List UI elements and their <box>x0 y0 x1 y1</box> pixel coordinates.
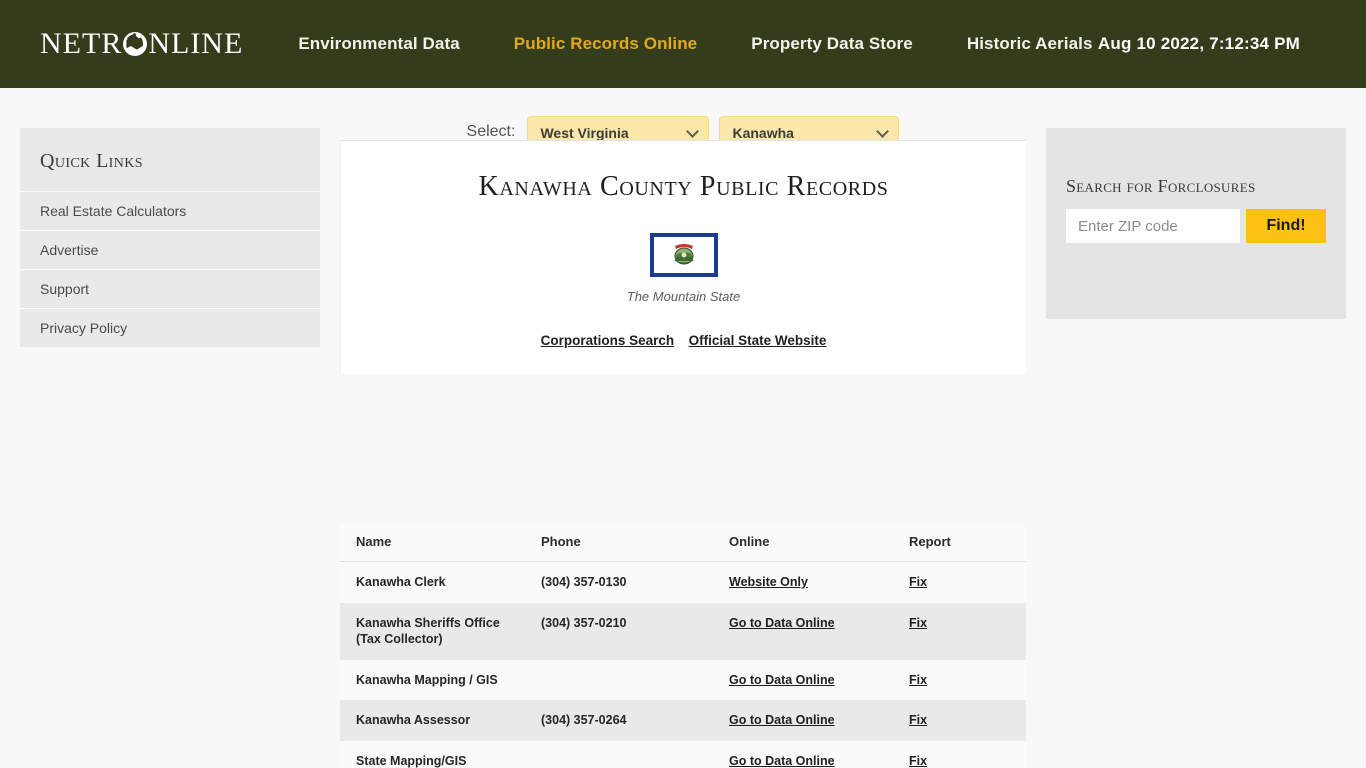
state-flag-image <box>649 233 718 277</box>
cell-phone: (304) 357-0210 <box>525 602 713 660</box>
report-fix-link[interactable]: Fix <box>909 673 927 687</box>
site-header: NETR NLINE Environmental Data Public Rec… <box>0 0 1366 88</box>
find-button[interactable]: Find! <box>1246 209 1326 243</box>
cell-name: Kanawha Clerk <box>340 561 525 603</box>
sidebar-item-real-estate-calculators[interactable]: Real Estate Calculators <box>20 191 320 230</box>
report-fix-link[interactable]: Fix <box>909 575 927 589</box>
forclosure-search-title: Search for Forclosures <box>1066 176 1256 196</box>
sidebar-item-support[interactable]: Support <box>20 269 320 308</box>
main-nav: Environmental Data Public Records Online… <box>298 34 1092 54</box>
records-table-head: Name Phone Online Report <box>340 524 1026 562</box>
report-fix-link[interactable]: Fix <box>909 616 927 630</box>
header-datetime: Aug 10 2022, 7:12:34 PM <box>1097 34 1300 53</box>
records-table: Name Phone Online Report Kanawha Clerk (… <box>340 524 1026 768</box>
cell-phone: (304) 357-0264 <box>525 700 713 741</box>
cell-phone: (304) 357-0130 <box>525 561 713 603</box>
table-row: Kanawha Sheriffs Office (Tax Collector) … <box>340 602 1026 660</box>
sidebar-item-privacy-policy[interactable]: Privacy Policy <box>20 308 320 347</box>
report-fix-link[interactable]: Fix <box>909 713 927 727</box>
nav-item-public-records-online[interactable]: Public Records Online <box>514 34 697 54</box>
cell-report: Fix <box>893 700 1026 741</box>
online-link[interactable]: Go to Data Online <box>729 713 835 727</box>
report-fix-link[interactable]: Fix <box>909 754 927 768</box>
cell-phone <box>525 659 713 700</box>
cell-online: Go to Data Online <box>713 700 893 741</box>
nav-item-property-data-store[interactable]: Property Data Store <box>751 34 913 54</box>
logo-text-prefix: NETR <box>40 27 123 60</box>
cell-online: Website Only <box>713 561 893 603</box>
online-link[interactable]: Website Only <box>729 575 808 589</box>
online-link[interactable]: Go to Data Online <box>729 616 835 630</box>
table-row: State Mapping/GIS Go to Data Online Fix <box>340 740 1026 768</box>
cell-report: Fix <box>893 602 1026 660</box>
state-links: Corporations Search Official State Websi… <box>341 332 1026 350</box>
forclosure-search-form: Find! <box>1066 209 1326 243</box>
table-row: Kanawha Clerk (304) 357-0130 Website Onl… <box>340 561 1026 603</box>
column-header-report: Report <box>893 524 1026 562</box>
logo-text-suffix: NLINE <box>148 27 244 60</box>
select-label: Select: <box>466 123 516 140</box>
nav-item-environmental-data[interactable]: Environmental Data <box>298 34 459 54</box>
cell-name: Kanawha Assessor <box>340 700 525 741</box>
cell-phone <box>525 740 713 768</box>
column-header-online: Online <box>713 524 893 562</box>
cell-online: Go to Data Online <box>713 740 893 768</box>
flag-block: The Mountain State <box>341 233 1026 304</box>
table-header-row: Name Phone Online Report <box>340 524 1026 562</box>
official-state-website-link[interactable]: Official State Website <box>689 333 827 348</box>
table-row: Kanawha Assessor (304) 357-0264 Go to Da… <box>340 700 1026 741</box>
flag-caption: The Mountain State <box>626 289 741 304</box>
main-content-card: Kanawha County Public Records The Mounta… <box>340 140 1026 374</box>
online-link[interactable]: Go to Data Online <box>729 673 835 687</box>
cell-report: Fix <box>893 659 1026 700</box>
cell-report: Fix <box>893 740 1026 768</box>
left-sidebar: Quick Links Real Estate Calculators Adve… <box>20 128 320 347</box>
records-table-body: Kanawha Clerk (304) 357-0130 Website Onl… <box>340 561 1026 768</box>
sidebar-item-advertise[interactable]: Advertise <box>20 230 320 269</box>
right-sidebar: Search for Forclosures Find! <box>1046 128 1346 319</box>
table-row: Kanawha Mapping / GIS Go to Data Online … <box>340 659 1026 700</box>
cell-name: State Mapping/GIS <box>340 740 525 768</box>
column-header-phone: Phone <box>525 524 713 562</box>
cell-online: Go to Data Online <box>713 659 893 700</box>
corporations-search-link[interactable]: Corporations Search <box>541 333 675 348</box>
cell-name: Kanawha Sheriffs Office (Tax Collector) <box>340 602 525 660</box>
page-title: Kanawha County Public Records <box>478 171 889 202</box>
brand-logo[interactable]: NETR NLINE <box>40 29 243 59</box>
globe-icon <box>123 32 148 56</box>
cell-name: Kanawha Mapping / GIS <box>340 659 525 700</box>
page-body: Quick Links Real Estate Calculators Adve… <box>0 88 1366 768</box>
nav-item-historic-aerials[interactable]: Historic Aerials <box>967 34 1093 54</box>
cell-report: Fix <box>893 561 1026 603</box>
column-header-name: Name <box>340 524 525 562</box>
cell-online: Go to Data Online <box>713 602 893 660</box>
state-seal-icon <box>673 244 694 265</box>
quick-links-title: Quick Links <box>40 150 143 172</box>
zip-code-input[interactable] <box>1066 209 1240 243</box>
online-link[interactable]: Go to Data Online <box>729 754 835 768</box>
